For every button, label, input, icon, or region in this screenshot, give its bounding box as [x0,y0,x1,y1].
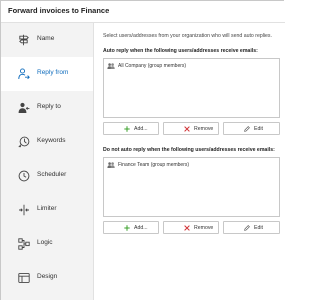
plus-icon [124,225,130,231]
clock-icon [18,170,30,182]
no-auto-reply-edit-button[interactable]: Edit [223,221,280,234]
group-icon [107,162,115,168]
auto-reply-add-button[interactable]: Add... [103,122,159,135]
list-item-label: Finance Team (group members) [118,162,190,168]
no-auto-reply-remove-button[interactable]: Remove [163,221,219,234]
reply-from-panel: Select users/addresses from your organiz… [94,23,285,300]
sidebar-item-name[interactable]: Name [1,23,93,57]
person-reply-icon [18,102,30,113]
dialog-window: Forward invoices to Finance Name Reply f… [0,0,285,300]
sidebar-item-logic[interactable]: Logic [1,227,93,261]
add-button-label: Add... [134,225,148,231]
edit-button-label: Edit [254,225,263,231]
sidebar-item-label: Logic [37,239,53,246]
sidebar-item-limiter[interactable]: Limiter [1,193,93,227]
sidebar-item-label: Design [37,273,58,280]
sidebar-item-design[interactable]: Design [1,261,93,295]
sidebar-item-reply-to[interactable]: Reply to [1,91,93,125]
close-icon [184,225,190,231]
limiter-icon [19,204,29,216]
sidebar-item-label: Limiter [37,205,57,212]
sidebar-item-label: Scheduler [37,171,67,178]
auto-reply-list[interactable]: All Company (group members) [103,58,280,118]
intro-text: Select users/addresses from your organiz… [103,33,272,39]
auto-reply-remove-button[interactable]: Remove [163,122,219,135]
remove-button-label: Remove [194,126,214,132]
auto-reply-edit-button[interactable]: Edit [223,122,280,135]
logic-icon [18,238,30,250]
list-item-label: All Company (group members) [118,63,187,69]
title-bar: Forward invoices to Finance [1,1,285,23]
sidebar: Name Reply from Reply to Keywords Schedu… [1,23,94,300]
group-icon [107,63,115,69]
design-icon [18,273,30,283]
pencil-icon [244,225,250,231]
sidebar-item-label: Reply to [37,103,61,110]
sidebar-item-label: Reply from [37,69,69,76]
key-icon [18,136,30,148]
pencil-icon [244,126,250,132]
section-label-auto-reply: Auto reply when the following users/addr… [103,48,258,54]
sidebar-item-scheduler[interactable]: Scheduler [1,159,93,193]
sidebar-item-reply-from[interactable]: Reply from [1,57,93,91]
remove-button-label: Remove [194,225,214,231]
sidebar-item-keywords[interactable]: Keywords [1,125,93,159]
section-label-no-auto-reply: Do not auto reply when the following use… [103,147,275,153]
window-title: Forward invoices to Finance [8,6,110,15]
edit-button-label: Edit [254,126,263,132]
plus-icon [124,126,130,132]
add-button-label: Add... [134,126,148,132]
close-icon [184,126,190,132]
sidebar-item-label: Keywords [37,137,66,144]
person-arrow-icon [18,68,30,80]
no-auto-reply-add-button[interactable]: Add... [103,221,159,234]
signpost-icon [19,34,29,46]
no-auto-reply-list[interactable]: Finance Team (group members) [103,157,280,217]
sidebar-item-label: Name [37,35,55,42]
